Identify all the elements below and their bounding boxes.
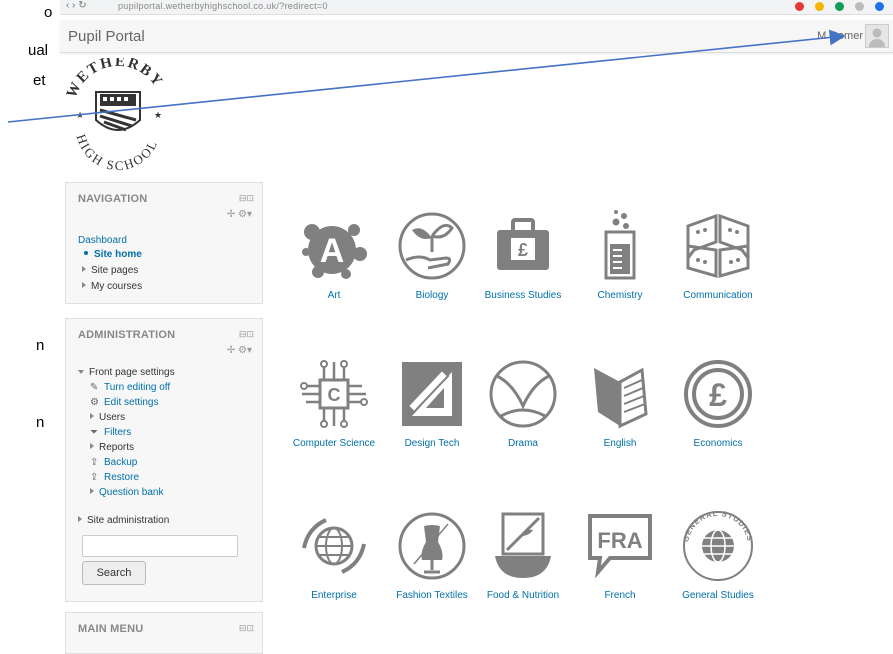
globe-hands-icon [302,518,366,574]
globe-badge-icon: GENERAL STUDIES [681,509,754,581]
administration-block: ADMINISTRATION ⊟⊡ ✢ ⚙▾ Front page settin… [65,318,263,602]
navigation-block: NAVIGATION ⊟⊡ ✢ ⚙▾ Dashboard Site home S… [65,182,263,304]
course-enterprise[interactable]: Enterprise [284,506,384,601]
dock-icon[interactable]: ⊟⊡ [239,329,254,340]
beaker-icon [604,210,636,280]
block-title: MAIN MENU [78,623,144,635]
expand-icon [90,488,94,494]
doc-fragment: n [36,414,45,431]
nav-my-courses[interactable]: My courses [82,281,142,292]
dock-icon[interactable]: ⊟⊡ [239,623,254,634]
nav-site-home[interactable]: Site home [84,249,142,260]
user-avatar-icon [869,28,885,47]
svg-text:C: C [328,385,341,405]
site-navbar: Pupil Portal M Gomer [60,20,893,53]
school-logo[interactable]: WETHERBY HIGH SCHOOL ★ ★ [60,54,175,173]
course-french[interactable]: FRA French [570,506,670,601]
nav-site-pages[interactable]: Site pages [82,265,138,276]
course-fashion-textiles[interactable]: Fashion Textiles [382,506,482,601]
admin-filters[interactable]: ⏷ Filters [90,427,131,438]
admin-backup[interactable]: ⇪ Backup [90,457,137,468]
restore-icon: ⇪ [90,472,99,483]
course-design-tech[interactable]: Design Tech [382,354,482,449]
bullet-icon [84,251,88,255]
block-actions-icon[interactable]: ✢ ⚙▾ [227,209,252,220]
expand-icon [90,443,94,449]
svg-text:★: ★ [76,110,84,120]
course-food-nutrition[interactable]: Food & Nutrition [473,506,573,601]
plant-hand-icon [398,212,466,280]
set-square-pencil-icon [402,362,462,426]
doc-fragment: et [33,72,46,89]
doc-fragment: ual [28,42,49,59]
paint-splash-icon: A [302,224,367,279]
course-economics[interactable]: £ Economics [668,354,768,449]
doc-fragment: n [36,337,45,354]
extension-icon[interactable] [835,2,844,11]
svg-text:HIGH SCHOOL: HIGH SCHOOL [74,132,161,173]
admin-question-bank[interactable]: Question bank [90,487,164,498]
expand-icon [82,266,86,272]
user-menu-name[interactable]: M Gomer [817,30,863,42]
course-general-studies[interactable]: GENERAL STUDIES General Studies [668,506,768,601]
pencil-icon: ✎ [90,382,99,393]
admin-restore[interactable]: ⇪ Restore [90,472,139,483]
svg-text:A: A [320,232,345,270]
block-title: ADMINISTRATION [78,329,176,341]
course-art[interactable]: A Art [284,206,384,301]
doc-fragment: o [44,4,53,21]
user-avatar[interactable] [865,24,889,48]
admin-turn-editing-off[interactable]: ✎ Turn editing off [90,382,170,393]
block-actions-icon[interactable]: ✢ ⚙▾ [227,345,252,356]
extension-icon[interactable] [875,2,884,11]
admin-site-administration[interactable]: Site administration [78,515,169,526]
theatre-curtain-icon [489,360,557,428]
block-title: NAVIGATION [78,193,148,205]
svg-text:£: £ [518,240,528,260]
extension-icon[interactable] [815,2,824,11]
backup-icon: ⇪ [90,457,99,468]
briefcase-icon: £ [497,218,549,270]
svg-text:★: ★ [154,110,162,120]
admin-front-page-settings[interactable]: Front page settings [78,367,175,378]
speech-bubbles-icon [686,213,750,278]
course-business-studies[interactable]: £ Business Studies [473,206,573,301]
course-biology[interactable]: Biology [382,206,482,301]
site-brand[interactable]: Pupil Portal [68,28,145,45]
expand-icon [78,516,82,522]
dock-icon[interactable]: ⊟⊡ [239,193,254,204]
admin-users[interactable]: Users [90,412,125,423]
course-drama[interactable]: Drama [473,354,573,449]
fra-speech-bubble-icon: FRA [588,514,652,579]
course-english[interactable]: English [570,354,670,449]
expand-icon [82,282,86,288]
nav-dashboard[interactable]: Dashboard [78,235,127,246]
open-book-icon [594,367,648,429]
search-button[interactable]: Search [82,561,146,585]
extension-icon[interactable] [855,2,864,11]
coin-icon: £ [684,360,752,428]
browser-toolbar: ‹ › ↻ pupilportal.wetherbyhighschool.co.… [60,0,893,15]
course-chemistry[interactable]: Chemistry [570,206,670,301]
expand-icon [90,413,94,419]
course-communication[interactable]: Communication [668,206,768,301]
dress-form-icon [398,512,466,580]
food-bowl-icon [495,512,551,578]
admin-reports[interactable]: Reports [90,442,134,453]
browser-nav-icons[interactable]: ‹ › ↻ [66,0,87,11]
svg-text:FRA: FRA [597,528,642,553]
collapse-icon [78,370,84,374]
filter-icon: ⏷ [90,427,98,438]
svg-text:£: £ [709,377,727,413]
gear-icon: ⚙ [90,397,99,408]
course-computer-science[interactable]: C Computer Science [284,354,384,449]
admin-search-input[interactable] [82,535,238,557]
address-bar[interactable]: pupilportal.wetherbyhighschool.co.uk/?re… [118,1,328,11]
admin-edit-settings[interactable]: ⚙ Edit settings [90,397,158,408]
extension-icon[interactable] [795,2,804,11]
main-menu-block: MAIN MENU ⊟⊡ [65,612,263,654]
circuit-board-icon: C [300,360,368,428]
